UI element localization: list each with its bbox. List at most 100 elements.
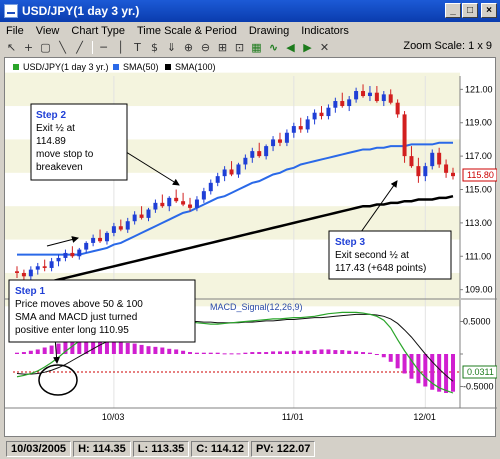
zoom-range-icon[interactable]: ⊡ [232,40,247,54]
histogram-bar [229,353,234,355]
menu-view[interactable]: View [30,25,66,37]
candle-body [118,226,123,230]
line-tool-icon[interactable]: ╲ [55,40,70,54]
candle-body [264,146,269,157]
zoom-scale-label: Zoom Scale: 1 x 9 [403,40,492,52]
macd-axis: 0.5000 -0.5000 [460,317,494,392]
zoom-fit-icon[interactable]: ⊞ [215,40,230,54]
arrow-cursor-icon[interactable]: ↖ [4,40,19,54]
maximize-button[interactable]: □ [462,3,478,18]
zoom-out-icon[interactable]: ⊖ [198,40,213,54]
x-tick-label: 10/03 [102,412,125,422]
price-tick-label: 119.00 [465,118,492,128]
histogram-bar [208,352,213,354]
step3-annotation: Step 3 Exit second ½ at 117.43 (+648 poi… [328,230,452,280]
horizontal-line-icon[interactable]: ─ [96,40,111,54]
histogram-bar [451,354,455,392]
candle-body [354,91,359,100]
status-date: 10/03/2005 [6,440,72,457]
candle-body [236,164,241,175]
trend-icon[interactable]: ∿ [266,40,281,54]
histogram-bar [118,342,123,354]
menu-file[interactable]: File [0,25,30,37]
title-bar: USD/JPY(1 day 3 yr.) _ □ × [0,0,500,22]
histogram-bar [264,352,269,354]
menu-drawing[interactable]: Drawing [243,25,295,37]
price-tick-label: 111.00 [465,251,491,261]
histogram-bar [49,345,54,354]
candle-body [388,94,393,103]
text-tool-icon[interactable]: T [130,40,145,54]
menu-chart-type[interactable]: Chart Type [65,25,131,37]
histogram-bar [381,354,386,358]
histogram-bar [319,349,324,354]
candle-body [77,249,82,257]
candle-body [291,126,296,133]
scroll-left-icon[interactable]: ◀ [283,40,298,54]
histogram-bar [132,343,137,354]
candle-body [298,126,303,130]
histogram-bar [181,350,186,354]
histogram-bar [28,350,33,354]
price-tick-label: 117.00 [465,151,492,161]
menu-bar: File View Chart Type Time Scale & Period… [0,22,500,39]
toolbar-separator [92,40,93,54]
menu-indicators[interactable]: Indicators [295,25,355,37]
crosshair-icon[interactable]: + [21,40,36,54]
down-arrow-icon[interactable]: ⇓ [164,40,179,54]
zoom-in-icon[interactable]: ⊕ [181,40,196,54]
legend-swatch-sma50 [113,64,119,70]
erase-icon[interactable]: ✕ [317,40,332,54]
histogram-bar [271,351,276,354]
candle-body [201,191,206,200]
dollar-icon[interactable]: $ [147,40,162,54]
candle-body [381,94,386,102]
candle-body [104,232,109,242]
histogram-bar [153,346,158,354]
histogram-bar [361,352,366,354]
step2-line-4: breakeven [36,162,83,173]
macd-histogram [15,338,455,393]
candle-body [49,261,54,268]
histogram-bar [215,352,220,354]
candle-body [250,151,255,158]
close-button[interactable]: × [481,3,497,18]
scroll-right-icon[interactable]: ▶ [300,40,315,54]
rectangle-icon[interactable]: ▢ [38,40,53,54]
step1-highlight [38,364,78,396]
step2-line-2: 114.89 [36,136,66,147]
histogram-bar [236,353,241,355]
candle-body [63,252,68,258]
price-tick-label: 121.00 [465,84,493,94]
histogram-bar [298,350,303,354]
candle-body [437,152,442,165]
candle-body [312,112,317,120]
line-tool-icon-2[interactable]: ╱ [72,40,87,54]
candle-body [15,271,19,273]
histogram-bar [21,352,26,354]
candle-body [70,252,75,257]
histogram-bar [250,352,255,354]
x-axis: 10/03 11/01 12/01 [102,412,436,422]
candle-body [374,92,379,102]
chart-area[interactable]: USD/JPY(1 day 3 yr.) SMA(50) SMA(100) 12… [4,57,497,437]
candle-body [277,139,282,143]
histogram-bar [326,349,331,354]
candle-body [430,152,435,167]
price-tick-label: 115.00 [465,185,492,195]
candle-body [125,221,130,230]
candle-body [305,119,310,130]
minimize-button[interactable]: _ [445,3,461,18]
status-high: H: 114.35 [73,440,131,457]
candle-body [167,197,172,207]
histogram-bar [111,341,116,354]
vertical-line-icon[interactable]: │ [113,40,128,54]
menu-time-scale[interactable]: Time Scale & Period [131,25,243,37]
candle-body [243,157,248,165]
grid-icon[interactable]: ▦ [249,40,264,54]
x-tick-label: 11/01 [282,412,304,422]
histogram-bar [174,349,179,354]
candle-body [395,102,400,115]
histogram-bar [139,344,144,354]
histogram-bar [312,350,317,354]
